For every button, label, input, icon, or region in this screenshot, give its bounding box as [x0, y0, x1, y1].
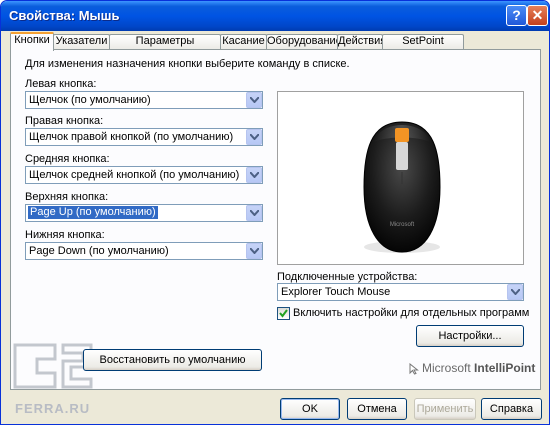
middle-button-label: Средняя кнопка: — [25, 153, 110, 165]
devices-label: Подключенные устройства: — [277, 271, 418, 283]
chevron-down-icon[interactable] — [246, 129, 262, 145]
help-button[interactable]: Справка — [481, 398, 542, 420]
tab-hardware[interactable]: Оборудование — [266, 34, 342, 49]
top-button-select[interactable]: Page Up (по умолчанию) — [25, 204, 263, 222]
brand-product: IntelliPoint — [474, 361, 536, 375]
apply-button[interactable]: Применить — [414, 398, 476, 420]
chevron-down-icon[interactable] — [507, 284, 523, 300]
tab-buttons[interactable]: Кнопки — [10, 32, 54, 51]
middle-button-select[interactable]: Щелчок средней кнопкой (по умолчанию) — [25, 166, 263, 184]
cursor-icon — [409, 362, 419, 375]
chevron-down-icon[interactable] — [246, 92, 262, 108]
left-button-select[interactable]: Щелчок (по умолчанию) — [25, 91, 263, 109]
brand-company: Microsoft — [422, 361, 471, 375]
right-button-label: Правая кнопка: — [25, 115, 104, 127]
help-title-button[interactable]: ? — [506, 5, 527, 26]
top-button-value: Page Up (по умолчанию) — [27, 205, 159, 220]
chevron-down-icon[interactable] — [246, 167, 262, 183]
chevron-down-icon[interactable] — [246, 243, 262, 259]
left-button-label: Левая кнопка: — [25, 78, 97, 90]
instruction-text: Для изменения назначения кнопки выберите… — [25, 58, 350, 70]
ferra-watermark: FERRA.RU — [15, 401, 91, 416]
per-program-label[interactable]: Включить настройки для отдельных програм… — [293, 307, 529, 319]
tab-pointers[interactable]: Указатели — [53, 34, 110, 49]
tab-touch[interactable]: Касание — [220, 34, 267, 49]
chevron-down-icon[interactable] — [246, 205, 262, 221]
window-title: Свойства: Мышь — [9, 8, 120, 23]
right-button-value: Щелчок правой кнопкой (по умолчанию) — [29, 131, 234, 143]
title-bar[interactable]: Свойства: Мышь ? ✕ — [1, 1, 549, 31]
restore-defaults-button[interactable]: Восстановить по умолчанию — [83, 349, 262, 371]
devices-select[interactable]: Explorer Touch Mouse — [277, 283, 524, 301]
tab-pointer-options[interactable]: Параметры указателя — [109, 34, 221, 60]
checkmark-icon — [279, 309, 288, 318]
mouse-preview: Microsoft — [277, 91, 524, 265]
per-program-checkbox[interactable] — [277, 307, 290, 320]
bottom-button-value: Page Down (по умолчанию) — [29, 245, 169, 257]
settings-button[interactable]: Настройки... — [416, 325, 524, 347]
devices-value: Explorer Touch Mouse — [281, 286, 391, 298]
tab-actions[interactable]: Действия — [337, 34, 386, 49]
mouse-brand-label: Microsoft — [390, 222, 415, 228]
left-button-value: Щелчок (по умолчанию) — [29, 94, 151, 106]
top-button-label: Верхняя кнопка: — [25, 191, 109, 203]
middle-button-value: Щелчок средней кнопкой (по умолчанию) — [29, 169, 240, 181]
right-button-select[interactable]: Щелчок правой кнопкой (по умолчанию) — [25, 128, 263, 146]
mouse-image: Microsoft — [363, 121, 441, 253]
bottom-button-label: Нижняя кнопка: — [25, 229, 105, 241]
tab-setpoint-settings[interactable]: SetPoint Settings — [382, 34, 464, 60]
ok-button[interactable]: OK — [280, 398, 340, 420]
bottom-button-select[interactable]: Page Down (по умолчанию) — [25, 242, 263, 260]
cancel-button[interactable]: Отмена — [347, 398, 407, 420]
mouse-properties-window: Свойства: Мышь ? ✕ Кнопки Указатели Пара… — [0, 0, 550, 425]
close-button[interactable]: ✕ — [527, 5, 548, 26]
intellipoint-branding: Microsoft IntelliPoint — [409, 361, 535, 375]
